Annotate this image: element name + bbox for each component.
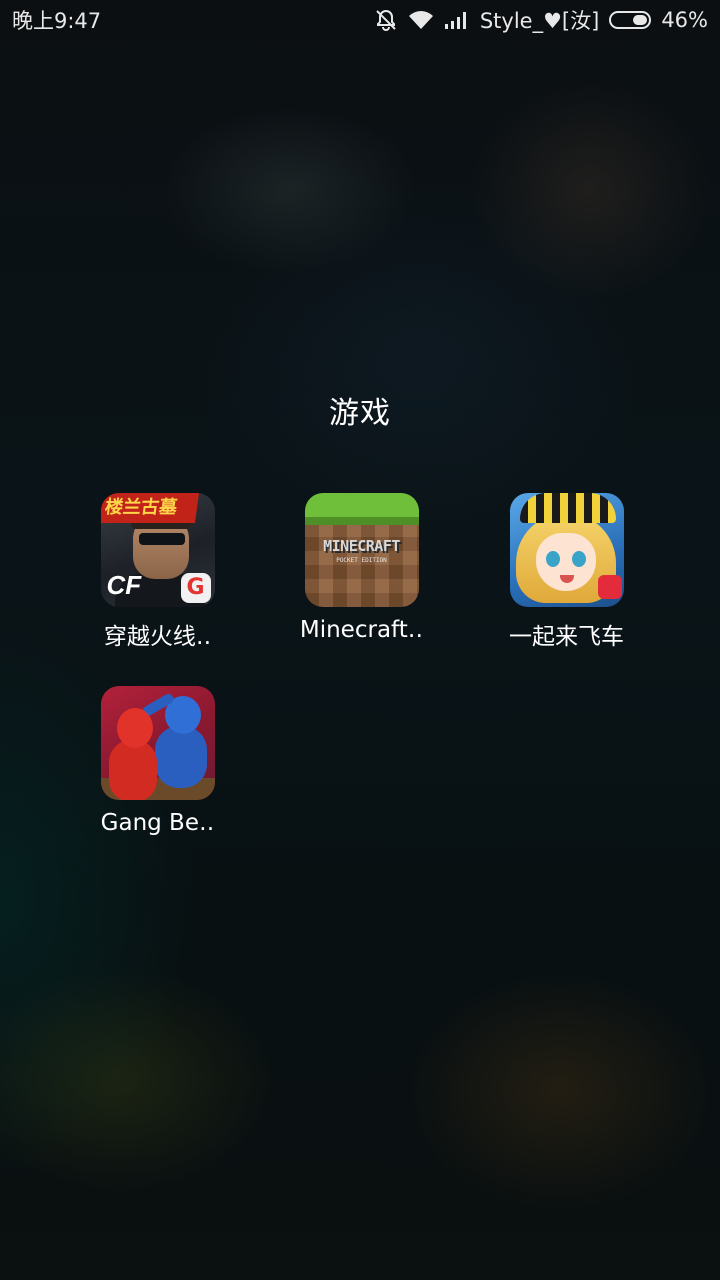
anime-art-checkered-cap xyxy=(519,493,616,523)
app-gang-beasts[interactable]: Gang Be‥ xyxy=(55,686,260,836)
battery-percent: 46% xyxy=(661,8,708,32)
gang-art-red-body xyxy=(108,740,157,800)
app-label: 穿越火线‥ xyxy=(103,624,212,650)
app-crossfire[interactable]: 楼兰古墓 CF G 穿越火线‥ xyxy=(55,493,260,651)
anime-art-eye-left xyxy=(545,551,560,567)
anime-art-badge xyxy=(597,575,622,599)
minecraft-app-icon[interactable]: MINECRAFT POCKET EDITION xyxy=(304,493,419,607)
cf-title-banner: 楼兰古墓 xyxy=(100,493,199,523)
app-minecraft[interactable]: MINECRAFT POCKET EDITION Minecraft‥ xyxy=(259,493,464,643)
minecraft-subtitle-text: POCKET EDITION xyxy=(336,557,387,564)
battery-icon xyxy=(609,11,652,29)
folder-title[interactable]: 游戏 xyxy=(0,388,720,432)
signal-icon xyxy=(444,10,470,30)
gang-art-blue-body xyxy=(154,726,207,788)
cf-art-sunglasses xyxy=(138,533,185,545)
status-time: 晚上9:47 xyxy=(12,9,102,33)
minecraft-logo-text: MINECRAFT xyxy=(323,537,400,555)
app-label: Minecraft‥ xyxy=(299,617,424,643)
wifi-icon xyxy=(408,9,434,31)
app-label: Gang Be‥ xyxy=(100,810,215,836)
crossfire-app-icon[interactable]: 楼兰古墓 CF G xyxy=(100,493,215,607)
status-bar: 晚上9:47 Style_♥[汝] 46% xyxy=(0,0,720,40)
alarm-off-icon xyxy=(374,8,398,32)
battery-level-fill xyxy=(633,15,648,25)
gang-beasts-app-icon[interactable] xyxy=(100,686,215,800)
carrier-name: Style_♥[汝] xyxy=(479,9,600,33)
app-racing-game[interactable]: 一起来飞车 xyxy=(464,493,669,651)
app-label: 一起来飞车 xyxy=(509,624,624,650)
gang-art-red-head xyxy=(116,708,153,748)
racing-game-app-icon[interactable] xyxy=(509,493,624,607)
tencent-games-badge: G xyxy=(180,573,211,603)
anime-art-eye-right xyxy=(571,551,586,567)
cf-logo-text: CF xyxy=(106,570,142,600)
